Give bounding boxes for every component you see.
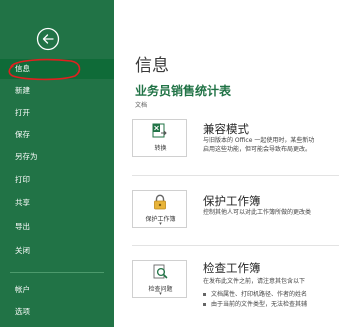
nav-item-open[interactable]: 打开	[0, 103, 114, 123]
backstage-nav: 信息 新建 打开 保存 另存为 打印 共享 导出 关闭 帐户 选项	[0, 0, 114, 327]
bullet-icon	[203, 293, 206, 296]
document-name: 业务员销售统计表	[135, 84, 232, 98]
inspect-icon	[152, 264, 168, 280]
compat-mode-desc-1: 与旧版本的 Office 一起使用时，某些新功	[203, 137, 315, 144]
protect-workbook-title: 保护工作簿	[203, 194, 261, 208]
inspect-workbook-title: 检查工作簿	[203, 261, 261, 275]
chevron-down-icon: ▾	[159, 291, 162, 297]
inspect-workbook-desc: 在发布此文件之前，请注意其包含以下	[203, 278, 306, 285]
page-title: 信息	[135, 56, 169, 76]
protect-workbook-desc: 控制其他人可以对此工作簿所做的更改类	[203, 209, 312, 216]
nav-item-print[interactable]: 打印	[0, 170, 114, 190]
inspect-bullet: 由于当前的文件类型，无法检查其辅	[203, 299, 307, 308]
back-arrow-icon[interactable]	[36, 27, 60, 51]
document-location[interactable]: 文档	[135, 100, 147, 109]
nav-divider	[10, 272, 104, 273]
inspect-bullet-text: 由于当前的文件类型，无法检查其辅	[211, 301, 308, 308]
nav-item-account[interactable]: 帐户	[0, 280, 114, 300]
nav-item-save-as[interactable]: 另存为	[0, 147, 114, 167]
inspect-bullet-text: 文档属性、打印机路径、作者的姓名	[211, 291, 308, 298]
section-divider	[132, 175, 339, 176]
nav-item-options[interactable]: 选项	[0, 302, 114, 322]
convert-icon	[152, 123, 168, 139]
compat-mode-desc-2: 启用这些功能，但可能会导致布局更改。	[203, 146, 312, 153]
bullet-icon	[203, 303, 206, 306]
nav-item-save[interactable]: 保存	[0, 125, 114, 145]
convert-label: 转换	[154, 145, 167, 152]
compat-mode-title: 兼容模式	[203, 122, 249, 136]
lock-icon	[152, 194, 168, 210]
chevron-down-icon: ▾	[159, 221, 162, 227]
section-divider	[132, 245, 339, 246]
nav-item-share[interactable]: 共享	[0, 193, 114, 213]
inspect-bullet: 文档属性、打印机路径、作者的姓名	[203, 289, 307, 298]
check-issues-button[interactable]: 检查问题 ▾	[132, 260, 187, 298]
nav-item-new[interactable]: 新建	[0, 81, 114, 101]
info-pane: 信息 业务员销售统计表 文档 转换 兼容模式 与旧版本的 Office 一起使用…	[114, 0, 339, 327]
nav-item-info[interactable]: 信息	[0, 59, 114, 79]
nav-item-close[interactable]: 关闭	[0, 241, 114, 261]
convert-button[interactable]: 转换	[132, 119, 187, 157]
protect-workbook-button[interactable]: 保护工作簿 ▾	[132, 190, 187, 228]
nav-item-export[interactable]: 导出	[0, 217, 114, 237]
